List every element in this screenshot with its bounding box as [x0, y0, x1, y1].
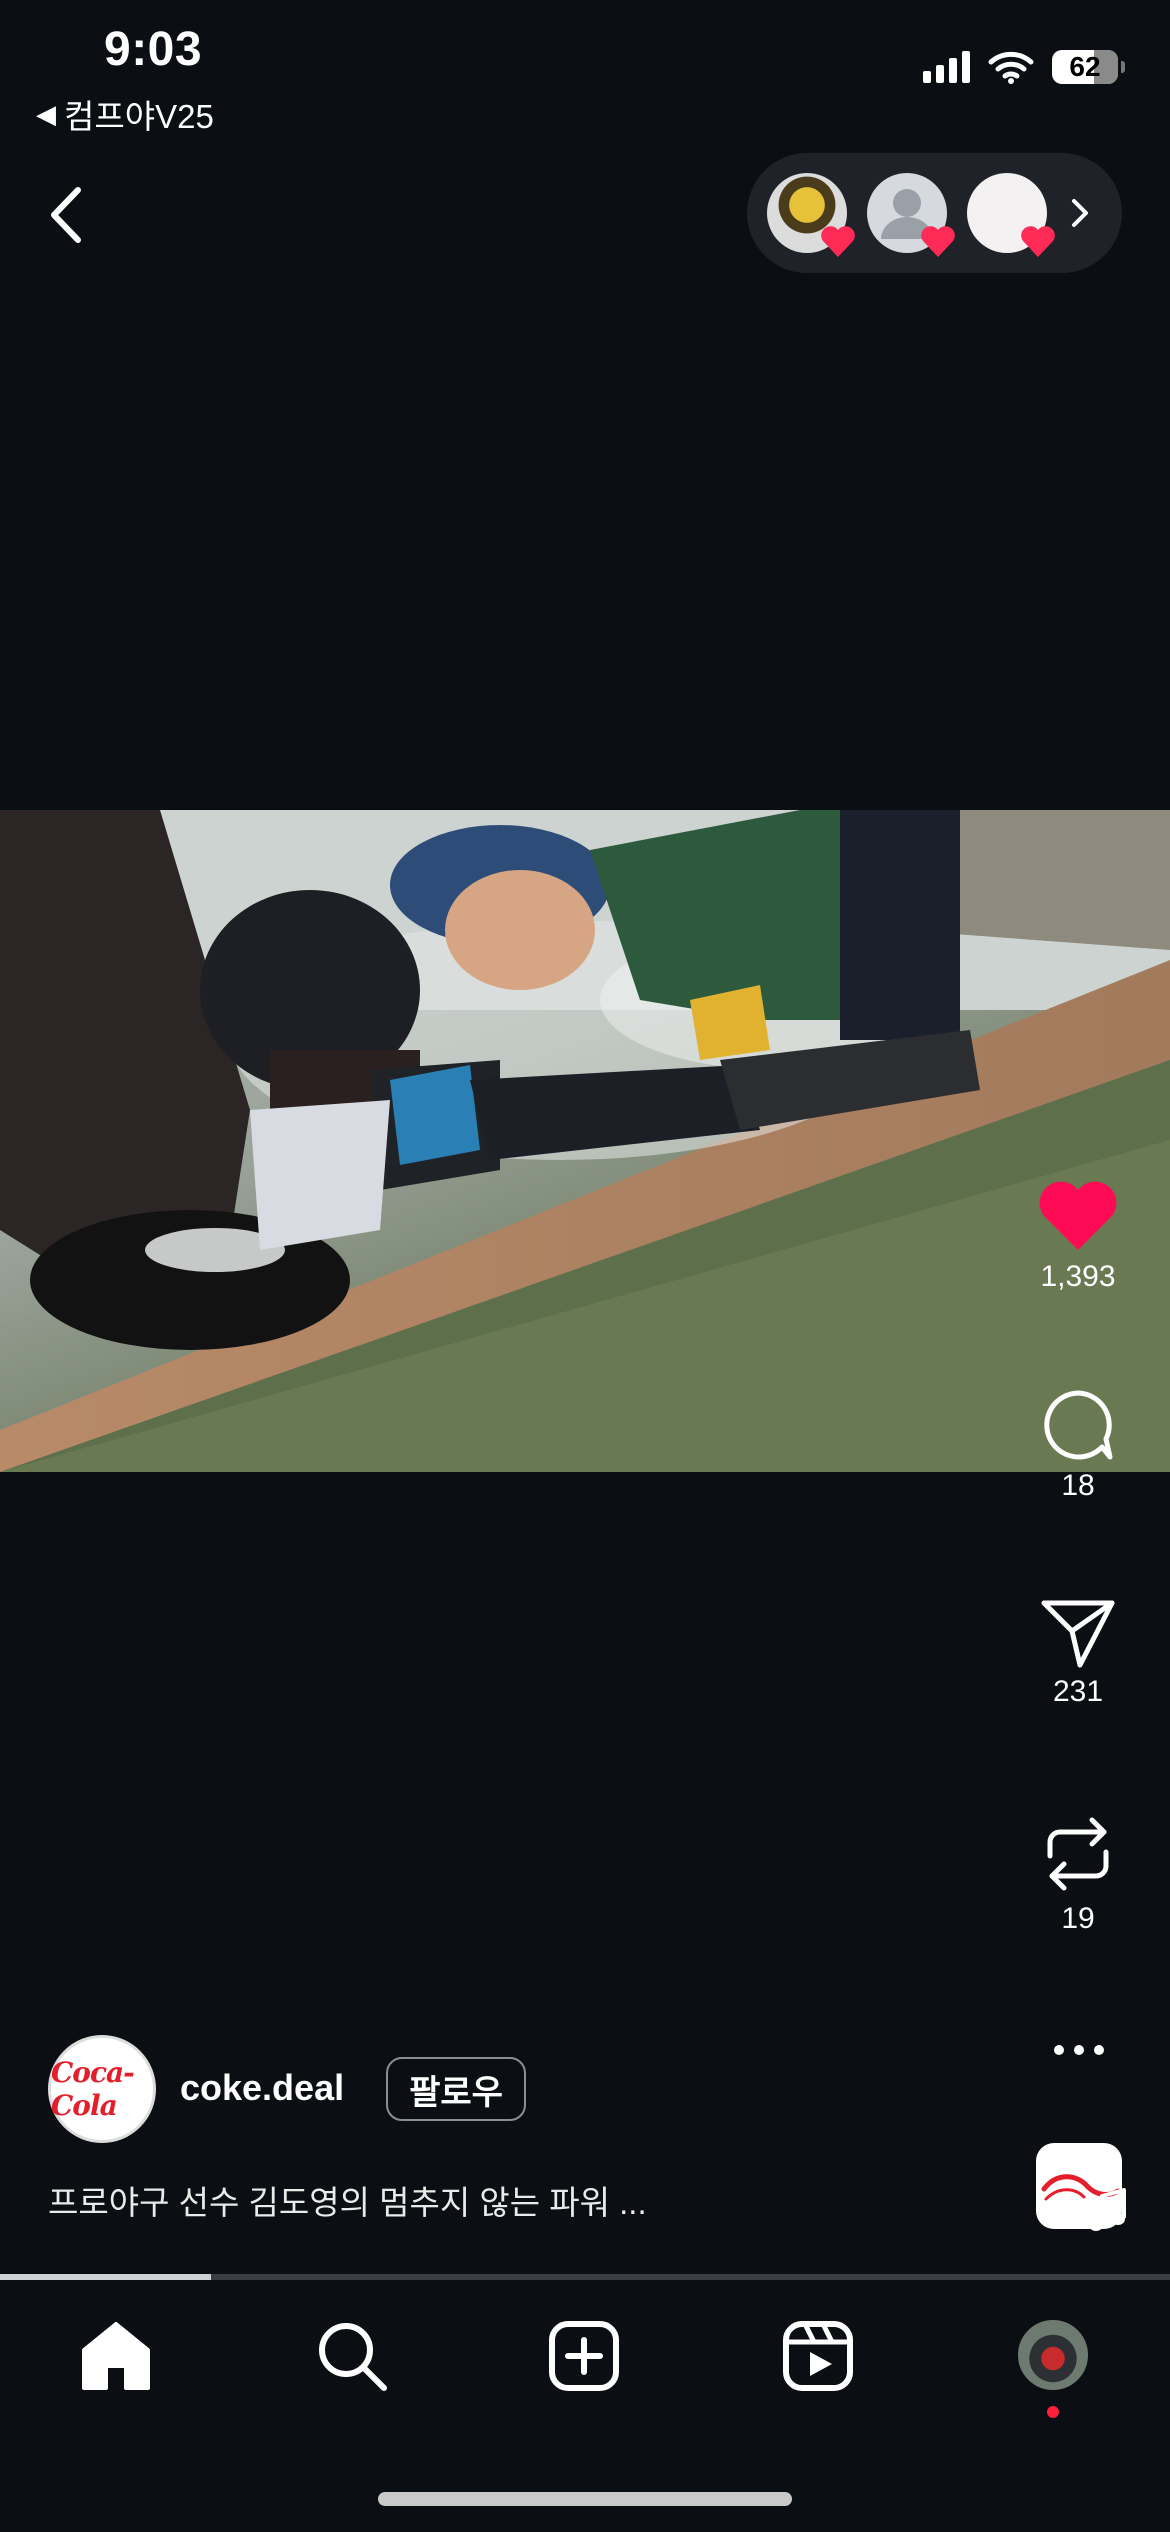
create-icon	[549, 2321, 619, 2391]
video-progress-fill	[0, 2274, 211, 2280]
video-progress-bar[interactable]	[0, 2274, 1170, 2280]
back-app-label: 컴프야V25	[64, 98, 214, 135]
liker-avatar	[967, 173, 1055, 257]
tab-create[interactable]	[546, 2318, 626, 2398]
notification-dot	[1047, 2406, 1059, 2418]
coca-cola-logo: Coca-Cola	[51, 2056, 135, 2122]
repost-count: 19	[1061, 1902, 1095, 1935]
tab-search[interactable]	[314, 2318, 394, 2398]
tab-reels[interactable]	[780, 2318, 860, 2398]
liker-avatar	[867, 173, 955, 257]
send-icon	[1041, 1600, 1115, 1668]
share-action[interactable]: 231	[1018, 1597, 1138, 1709]
heart-filled-icon	[1039, 1181, 1117, 1250]
home-icon	[82, 2322, 150, 2390]
more-options-icon[interactable]	[1051, 2040, 1107, 2060]
tab-profile-avatar[interactable]	[1016, 2318, 1090, 2392]
home-indicator	[378, 2492, 792, 2506]
liker-avatar	[767, 173, 855, 257]
reels-icon	[783, 2321, 853, 2391]
music-note-icon	[1089, 2188, 1126, 2231]
back-button[interactable]	[40, 180, 100, 250]
wifi-icon	[988, 51, 1034, 84]
video-frame-illustration	[0, 810, 1170, 1472]
battery-level: 62	[1069, 51, 1101, 82]
chevron-right-icon	[1072, 199, 1088, 227]
search-icon	[319, 2323, 387, 2391]
back-to-app-link[interactable]: ◀ 컴프야V25	[36, 90, 214, 138]
share-count: 231	[1052, 1675, 1104, 1708]
heart-badge-icon	[821, 226, 855, 257]
battery-icon: 62	[1052, 50, 1125, 84]
status-time: 9:03	[104, 23, 203, 76]
likers-preview[interactable]	[747, 153, 1122, 273]
repost-icon	[1047, 1817, 1109, 1891]
comment-action[interactable]: 18	[1018, 1387, 1138, 1503]
author-username[interactable]: coke.deal	[180, 2067, 344, 2109]
like-count: 1,393	[1040, 1260, 1116, 1293]
like-action[interactable]: 1,393	[1018, 1178, 1138, 1294]
back-triangle-icon: ◀	[36, 98, 56, 129]
author-avatar[interactable]: Coca-Cola	[48, 2035, 156, 2143]
reel-video[interactable]	[0, 810, 1170, 1472]
heart-badge-icon	[921, 226, 955, 257]
cellular-signal-icon	[923, 51, 970, 83]
post-caption[interactable]: 프로야구 선수 김도영의 멈추지 않는 파워 ...	[48, 2176, 647, 2224]
follow-button[interactable]: 팔로우	[386, 2057, 526, 2121]
comment-icon	[1044, 1390, 1113, 1460]
tab-home[interactable]	[78, 2318, 158, 2398]
comment-count: 18	[1061, 1469, 1095, 1502]
repost-action[interactable]: 19	[1018, 1812, 1138, 1936]
status-icons: 62	[923, 50, 1125, 84]
heart-badge-icon	[1021, 226, 1055, 257]
